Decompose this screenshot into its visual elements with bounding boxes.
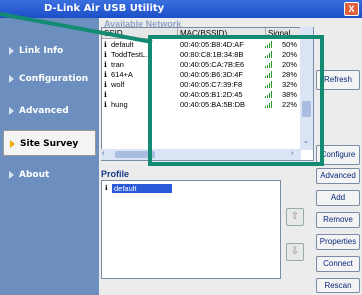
callout-pointer-line	[0, 12, 153, 44]
